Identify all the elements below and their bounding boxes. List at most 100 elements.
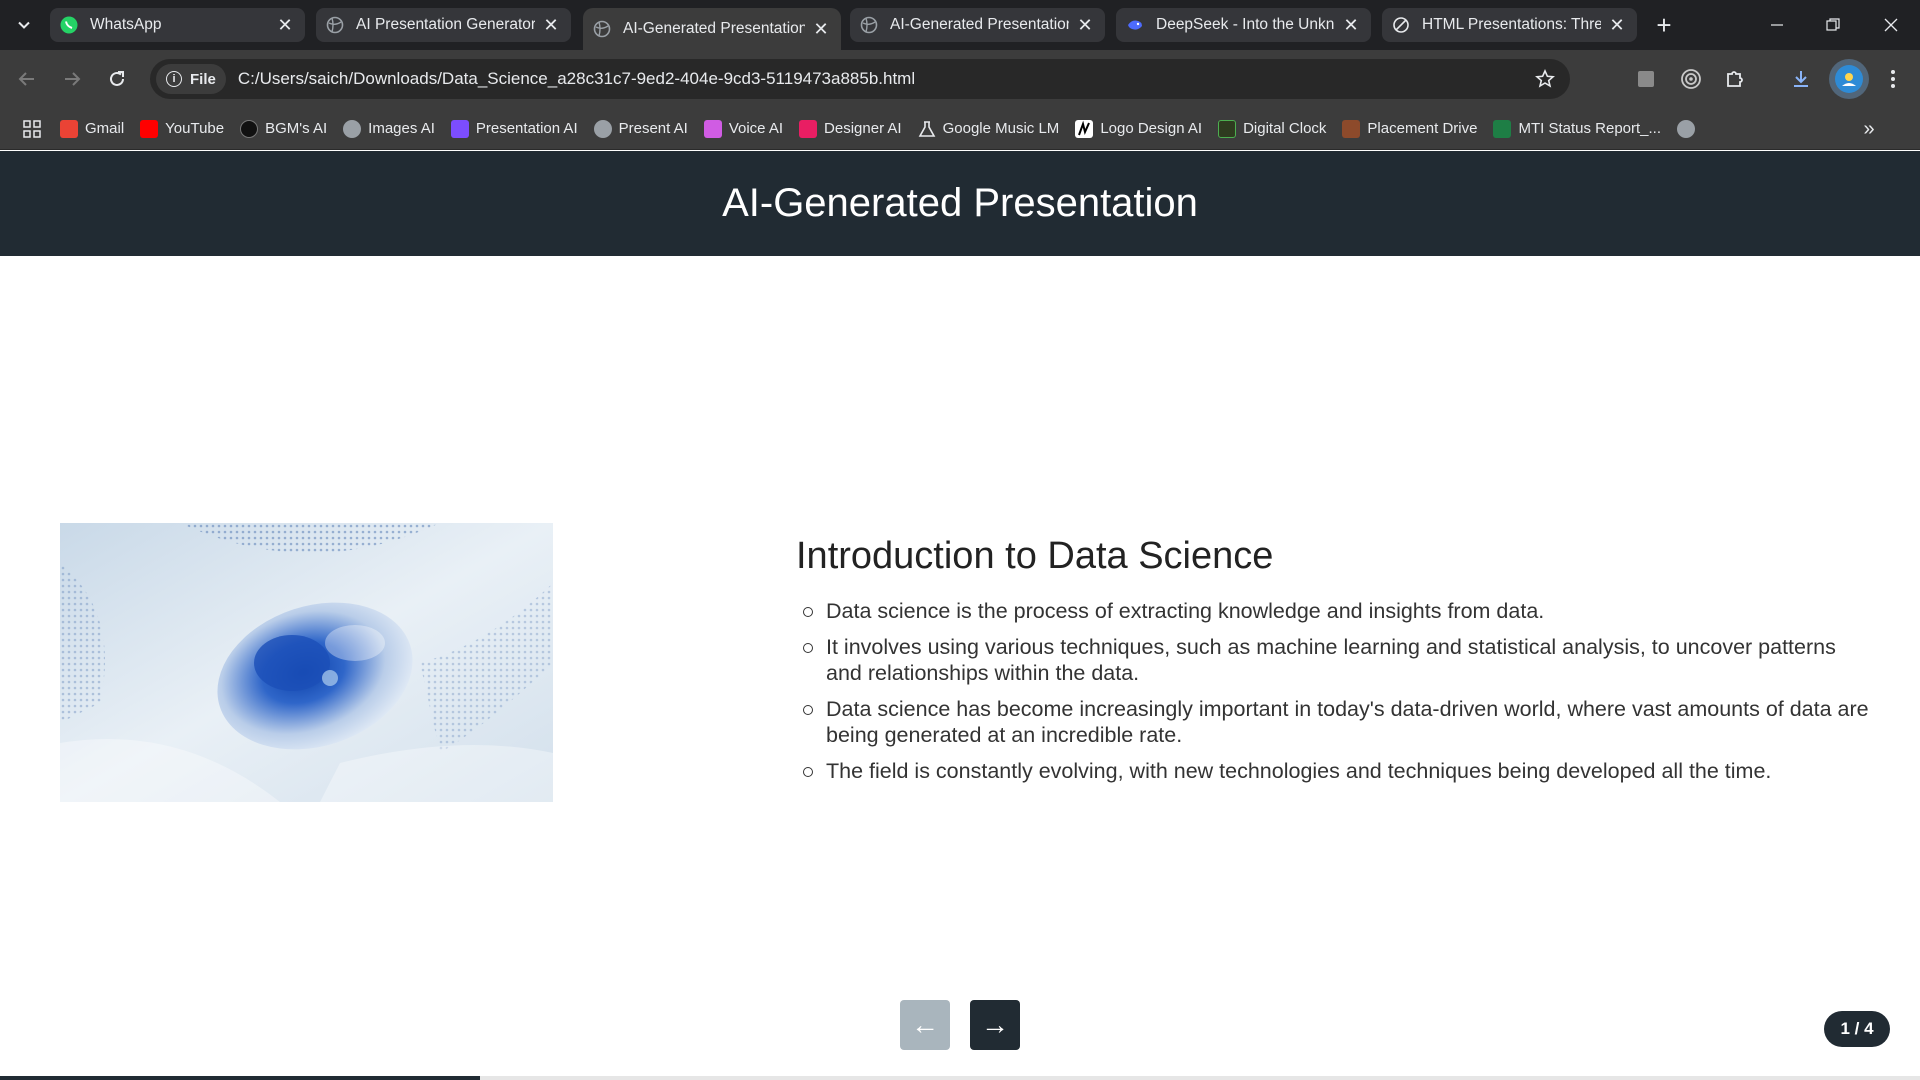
globe-icon	[593, 20, 611, 38]
close-icon[interactable]: ✕	[1607, 15, 1627, 35]
extensions-puzzle-icon[interactable]	[1720, 64, 1750, 94]
bookmark-digital-clock[interactable]: Digital Clock	[1210, 113, 1334, 145]
slide-title: Introduction to Data Science	[796, 535, 1274, 577]
tab-ai-presentation-generator[interactable]: AI Presentation Generator ✕	[316, 8, 571, 42]
bookmark-voice-ai[interactable]: Voice AI	[696, 113, 791, 145]
reload-icon[interactable]	[102, 64, 132, 94]
slide-content: Introduction to Data Science Data scienc…	[796, 535, 1876, 794]
presentation-header: AI-Generated Presentation	[0, 151, 1920, 256]
presentation-ai-icon	[450, 119, 469, 138]
globe-icon	[326, 16, 344, 34]
downloads-icon[interactable]	[1786, 64, 1816, 94]
new-tab-plus-icon[interactable]: +	[1649, 10, 1679, 40]
minimize-icon[interactable]	[1757, 8, 1797, 42]
designer-ai-icon	[799, 119, 818, 138]
gmail-icon	[60, 119, 78, 138]
bookmark-mti-status-report[interactable]: MTI Status Report_...	[1485, 113, 1669, 145]
bookmark-star-icon[interactable]	[1530, 64, 1560, 94]
bookmark-logo-design-ai[interactable]: Logo Design AI	[1067, 113, 1210, 145]
previous-slide-button[interactable]: ←	[900, 1000, 950, 1050]
tab-deepseek[interactable]: DeepSeek - Into the Unkno ✕	[1116, 8, 1371, 42]
bookmark-present-ai[interactable]: Present AI	[586, 113, 696, 145]
back-arrow-icon[interactable]	[12, 64, 42, 94]
tab-ai-generated-presentation[interactable]: AI-Generated Presentation ✕	[850, 8, 1105, 42]
close-icon[interactable]: ✕	[541, 15, 561, 35]
bookmark-label: Gmail	[85, 120, 125, 137]
bookmark-presentation-ai[interactable]: Presentation AI	[443, 113, 586, 145]
tab-title: WhatsApp	[90, 16, 162, 33]
excel-icon	[1493, 119, 1512, 138]
bookmarks-overflow-chevron-icon[interactable]: »	[1854, 113, 1884, 145]
window-close-icon[interactable]	[1871, 8, 1911, 42]
tab-title: AI-Generated Presentation	[890, 16, 1069, 33]
site-info-label: File	[190, 70, 216, 88]
bookmark-label: Present AI	[618, 120, 688, 137]
youtube-icon	[140, 119, 159, 138]
placement-drive-icon	[1342, 119, 1361, 138]
presentation-page: AI-Generated Presentation Introduction t…	[0, 151, 1920, 1080]
bookmark-label: BGM's AI	[265, 120, 328, 137]
bullet-item: It involves using various techniques, su…	[796, 634, 1876, 686]
globe-icon	[343, 119, 362, 138]
close-icon[interactable]: ✕	[811, 19, 831, 39]
bookmark-label: YouTube	[165, 120, 225, 137]
apps-grid-icon[interactable]	[12, 113, 52, 145]
tab-search-chevron-icon[interactable]	[12, 13, 36, 37]
bookmark-globe[interactable]	[1669, 113, 1710, 145]
tab-whatsapp[interactable]: WhatsApp ✕	[50, 8, 305, 42]
bookmark-placement-drive[interactable]: Placement Drive	[1334, 113, 1485, 145]
bgms-ai-icon	[240, 119, 259, 138]
profile-avatar[interactable]	[1829, 59, 1869, 99]
address-bar[interactable]: i File C:/Users/saich/Downloads/Data_Sci…	[150, 59, 1570, 99]
bullet-item: The field is constantly evolving, with n…	[796, 758, 1876, 784]
globe-icon	[860, 16, 878, 34]
bookmark-label: Placement Drive	[1367, 120, 1478, 137]
slide-image-brain-in-drop	[60, 523, 553, 802]
restore-icon[interactable]	[1813, 8, 1853, 42]
bookmark-bgms-ai[interactable]: BGM's AI	[232, 113, 335, 145]
bookmark-label: Google Music LM	[942, 120, 1060, 137]
slide-bullet-list: Data science is the process of extractin…	[796, 598, 1876, 784]
extension-square-icon[interactable]	[1631, 64, 1661, 94]
bookmark-youtube[interactable]: YouTube	[132, 113, 232, 145]
bookmark-label: Voice AI	[728, 120, 784, 137]
globe-icon	[593, 119, 612, 138]
bookmark-label: Digital Clock	[1243, 120, 1327, 137]
bookmark-gmail[interactable]: Gmail	[52, 113, 132, 145]
ai-icon	[1392, 16, 1410, 34]
clock-icon	[1218, 119, 1237, 138]
avatar-icon	[1835, 65, 1863, 93]
forward-arrow-icon[interactable]	[57, 64, 87, 94]
slide-progress-bar	[0, 1076, 1920, 1080]
bookmark-label: Designer AI	[824, 120, 902, 137]
flask-icon	[918, 120, 936, 138]
bookmark-images-ai[interactable]: Images AI	[335, 113, 443, 145]
bullet-item: Data science has become increasingly imp…	[796, 696, 1876, 748]
tab-ai-generated-presentation-active[interactable]: AI-Generated Presentation ✕	[583, 8, 841, 50]
extension-target-icon[interactable]	[1676, 64, 1706, 94]
bookmark-designer-ai[interactable]: Designer AI	[791, 113, 910, 145]
slide-progress-fill	[0, 1076, 480, 1080]
next-slide-button[interactable]: →	[970, 1000, 1020, 1050]
voice-ai-icon	[703, 119, 722, 138]
url-text[interactable]: C:/Users/saich/Downloads/Data_Science_a2…	[238, 69, 1530, 89]
page-title: AI-Generated Presentation	[722, 181, 1198, 225]
tab-title: AI-Generated Presentation	[623, 20, 805, 37]
bookmark-google-music-lm[interactable]: Google Music LM	[910, 113, 1068, 145]
tab-html-presentations[interactable]: HTML Presentations: Three ✕	[1382, 8, 1637, 42]
more-vertical-icon[interactable]	[1878, 64, 1908, 94]
tab-title: AI Presentation Generator	[356, 16, 535, 33]
site-info-chip[interactable]: i File	[156, 64, 226, 94]
close-icon[interactable]: ✕	[1075, 15, 1095, 35]
info-icon: i	[166, 71, 182, 87]
whatsapp-icon	[60, 16, 78, 34]
globe-icon	[1677, 119, 1696, 138]
logo-design-icon	[1075, 119, 1094, 138]
tab-title: DeepSeek - Into the Unkno	[1156, 16, 1335, 33]
bullet-item: Data science is the process of extractin…	[796, 598, 1876, 624]
bookmark-label: Presentation AI	[475, 120, 578, 137]
bookmarks-bar: Gmail YouTube BGM's AI Images AI Present…	[0, 108, 1920, 150]
tab-title: HTML Presentations: Three	[1422, 16, 1601, 33]
close-icon[interactable]: ✕	[1341, 15, 1361, 35]
close-icon[interactable]: ✕	[275, 15, 295, 35]
